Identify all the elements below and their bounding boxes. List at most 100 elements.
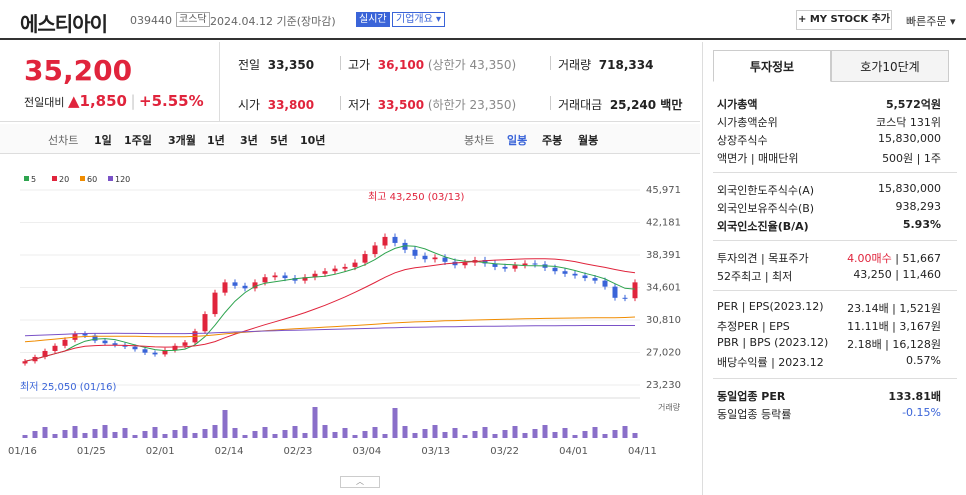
period-5y[interactable]: 5년 [270, 132, 288, 148]
x-tick-label: 04/11 [628, 446, 657, 457]
candle-body [532, 263, 538, 265]
change-value: ▲1,850 [67, 92, 127, 110]
volume-bar [482, 427, 488, 438]
legend-swatch [24, 176, 29, 181]
foreign-limit-row: 외국인한도주식수(A) 15,830,000 [717, 182, 941, 197]
sector-per-row[interactable]: 동일업종 PER 133.81배 [717, 388, 941, 404]
volume-bar [112, 432, 118, 438]
par-value-row: 액면가 | 매매단위 500원 | 1주 [717, 152, 941, 165]
tab-invest-info[interactable]: 투자정보 [713, 50, 831, 82]
legend-label: 120 [115, 175, 130, 184]
add-my-stock-button[interactable]: + MY STOCK 추가 [796, 10, 892, 30]
candle-body [442, 257, 448, 262]
candle-body [382, 236, 388, 246]
volume-bar [292, 426, 298, 438]
chart-period-bar: 선차트 1일 1주일 3개월 1년 3년 5년 10년 봉차트 일봉 주봉 월봉 [0, 124, 700, 154]
candle-body [142, 349, 148, 353]
period-1w[interactable]: 1주일 [124, 132, 152, 148]
candle-chart-label: 봉차트 [464, 134, 495, 147]
volume-bar [572, 435, 578, 438]
listed-shares-row: 상장주식수 15,830,000 [717, 132, 941, 147]
volume-bar [52, 434, 58, 438]
volume-bar [202, 429, 208, 438]
volume-bar [42, 427, 48, 438]
legend-swatch [52, 176, 57, 181]
legend-label: 5 [31, 175, 36, 184]
market-cap-rank-row[interactable]: 시가총액순위 코스닥 131위 [717, 114, 941, 130]
candle-body [332, 268, 338, 272]
low-price: 저가 33,500 (하한가 23,350) [348, 98, 517, 112]
candle-body [342, 266, 348, 269]
x-tick-label: 04/01 [559, 446, 588, 457]
y-tick-label: 34,601 [646, 283, 681, 294]
current-price: 35,200 [24, 54, 133, 87]
volume-bar [82, 433, 88, 438]
period-10y[interactable]: 10년 [300, 132, 325, 148]
candle-body [512, 265, 518, 269]
volume-bar [472, 431, 478, 438]
volume-bar [242, 435, 248, 438]
candle-body [552, 267, 558, 272]
quote-date: 2024.04.12 기준(장마감) [210, 15, 336, 28]
x-tick-label: 01/25 [77, 446, 106, 457]
live-badge[interactable]: 실시간 [356, 12, 390, 27]
candle-body [632, 282, 638, 299]
legend-swatch [80, 176, 85, 181]
candle-body [152, 352, 158, 355]
panel-tabs: 투자정보 호가10단계 [713, 50, 959, 84]
opinion-row: 투자의견 | 목표주가 4.00매수 | 51,667 [717, 252, 941, 265]
candle-body [62, 339, 68, 346]
x-tick-label: 02/01 [146, 446, 175, 457]
candle-daily[interactable]: 일봉 [507, 132, 527, 148]
candle-body [592, 278, 598, 281]
volume-bar [172, 430, 178, 438]
quick-order-menu[interactable]: 빠른주문 ▾ [906, 13, 956, 29]
corp-info-dropdown[interactable]: 기업개요 ▾ [392, 12, 445, 27]
candle-body [322, 271, 328, 274]
price-chart[interactable]: 5 20 60 120 45,971 42,181 38,391 34,601 30,810 2… [0, 170, 700, 470]
sector-rate-row[interactable]: 동일업종 등락률 -0.15% [717, 406, 941, 422]
period-3m[interactable]: 3개월 [168, 132, 196, 148]
trade-amount: 거래대금 25,240 백만 [558, 98, 683, 112]
volume-bar [222, 410, 228, 438]
x-tick-label: 03/04 [352, 446, 381, 457]
volume-bar [612, 430, 618, 438]
volume-bar [212, 425, 218, 438]
candle-body [82, 333, 88, 336]
candle-body [422, 255, 428, 260]
volume-bar [322, 425, 328, 438]
volume-bar [402, 426, 408, 438]
period-3y[interactable]: 3년 [240, 132, 258, 148]
candle-body [182, 342, 188, 346]
y-tick-label: 45,971 [646, 185, 681, 196]
volume-bar [262, 427, 268, 438]
candle-body [572, 273, 578, 276]
x-tick-label: 01/16 [8, 446, 37, 457]
candle-weekly[interactable]: 주봉 [542, 132, 562, 148]
volume-bar [352, 435, 358, 438]
candle-body [222, 282, 228, 293]
change-percent: +5.55% [139, 92, 204, 110]
y-tick-label: 42,181 [646, 218, 681, 229]
candle-body [522, 263, 528, 266]
candle-body [52, 345, 58, 351]
candle-body [602, 280, 608, 287]
period-1y[interactable]: 1년 [207, 132, 225, 148]
candle-body [462, 262, 468, 266]
dividend-row: 배당수익률 | 2023.12 0.57% [717, 354, 941, 369]
candle-monthly[interactable]: 월봉 [578, 132, 598, 148]
volume-bar [282, 430, 288, 438]
candle-body [582, 275, 588, 279]
period-1d[interactable]: 1일 [94, 132, 112, 148]
volume-bar [132, 435, 138, 438]
est-per-row: 추정PER | EPS 11.11배 | 3,167원 [717, 320, 941, 333]
candle-body [622, 297, 628, 299]
tab-orderbook[interactable]: 호가10단계 [831, 50, 949, 82]
min-price-label: 최저 25,050 (01/16) [20, 381, 116, 393]
x-tick-label: 03/22 [490, 446, 519, 457]
market-badge: 코스닥 [176, 12, 210, 27]
volume-bar [162, 434, 168, 438]
price-change: 전일대비 ▲1,850 | +5.55% [24, 92, 204, 110]
chart-collapse-toggle[interactable]: ︿ [340, 476, 380, 488]
volume-bar [512, 426, 518, 438]
